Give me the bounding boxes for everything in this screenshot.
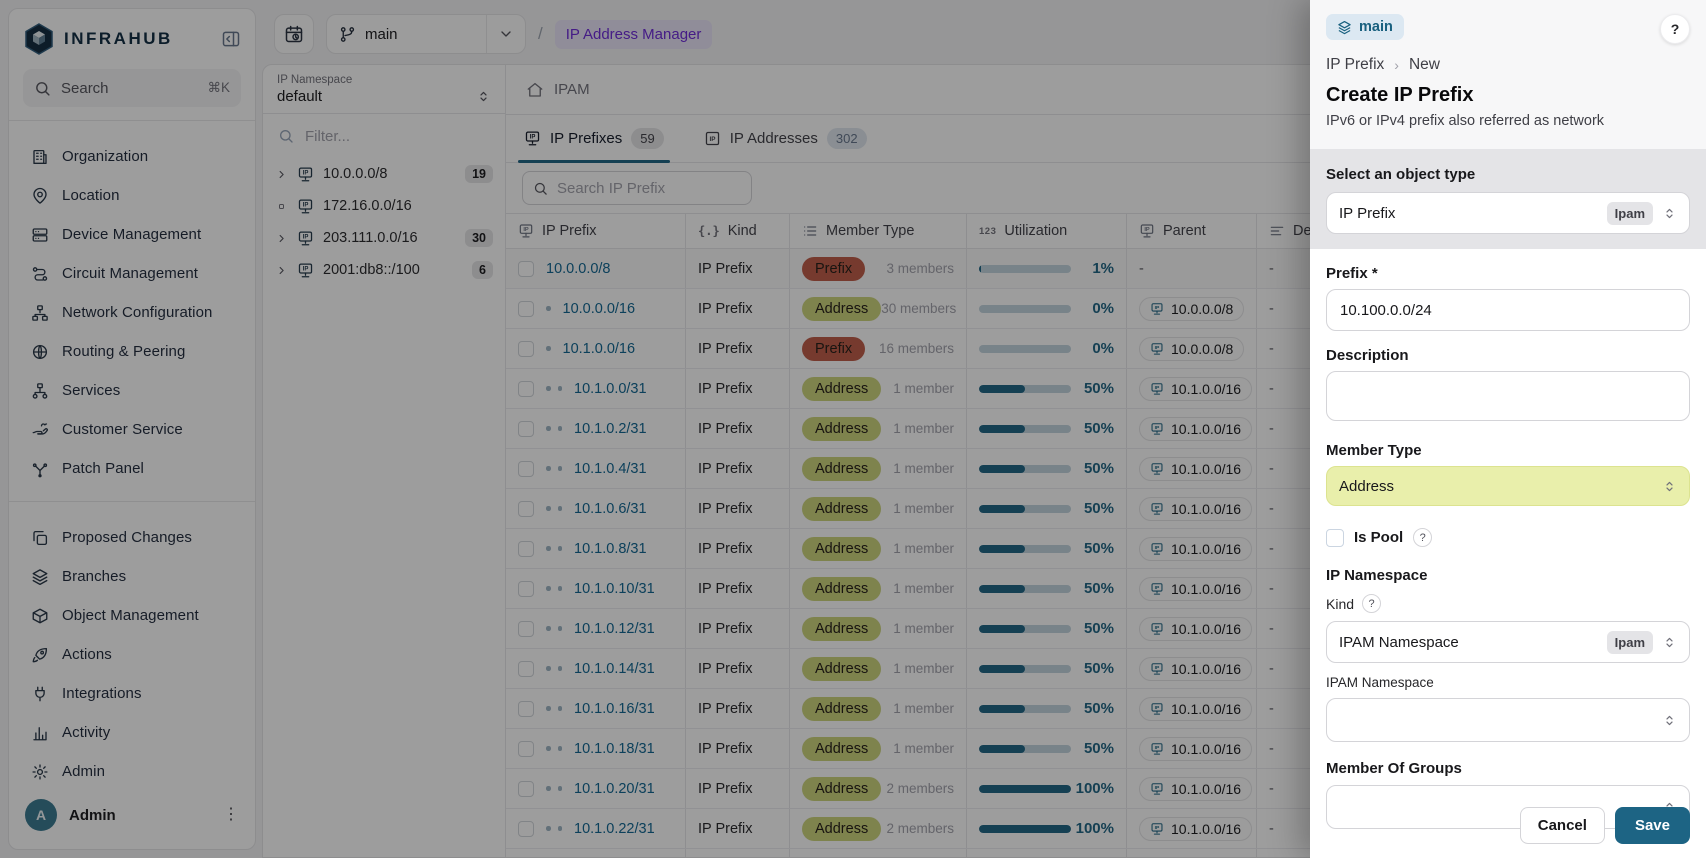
ipam-tag: Ipam bbox=[1607, 202, 1653, 225]
drawer-title: Create IP Prefix bbox=[1326, 84, 1690, 107]
ipam-namespace-label: IPAM Namespace bbox=[1326, 675, 1690, 690]
layers-icon bbox=[1337, 20, 1352, 35]
object-type-select[interactable]: IP Prefix Ipam bbox=[1326, 192, 1690, 234]
save-button[interactable]: Save bbox=[1615, 807, 1690, 844]
chevron-updown-icon bbox=[1662, 206, 1677, 221]
ip-namespace-heading: IP Namespace bbox=[1326, 567, 1690, 584]
drawer-subtitle: IPv6 or IPv4 prefix also referred as net… bbox=[1326, 113, 1690, 135]
branch-badge: main bbox=[1326, 14, 1404, 40]
prefix-label: Prefix * bbox=[1326, 265, 1690, 282]
kind-help-icon[interactable]: ? bbox=[1362, 594, 1381, 613]
member-type-select[interactable]: Address bbox=[1326, 466, 1690, 506]
description-input[interactable] bbox=[1326, 371, 1690, 421]
ipam-tag: Ipam bbox=[1607, 631, 1653, 654]
object-type-label: Select an object type bbox=[1326, 166, 1690, 183]
object-type-section: Select an object type IP Prefix Ipam bbox=[1310, 149, 1706, 249]
chevron-updown-icon bbox=[1662, 713, 1677, 728]
kind-value: IPAM Namespace bbox=[1339, 634, 1598, 651]
drawer-form: Prefix * Description Member Type Address… bbox=[1310, 249, 1706, 858]
create-ip-prefix-drawer: main ? IP Prefix › New Create IP Prefix … bbox=[1310, 0, 1706, 858]
member-of-groups-label: Member Of Groups bbox=[1326, 760, 1690, 777]
chevron-right-icon: › bbox=[1394, 57, 1399, 73]
drawer-breadcrumb: IP Prefix › New bbox=[1326, 56, 1690, 74]
breadcrumb-new: New bbox=[1409, 56, 1440, 74]
is-pool-help-icon[interactable]: ? bbox=[1413, 528, 1432, 547]
object-type-value: IP Prefix bbox=[1339, 205, 1598, 222]
chevron-updown-icon bbox=[1662, 635, 1677, 650]
ipam-namespace-select[interactable] bbox=[1326, 698, 1690, 742]
description-label: Description bbox=[1326, 347, 1690, 364]
modal-overlay[interactable] bbox=[0, 0, 1310, 858]
app-root: INFRAHUB Search ⌘K OrganizationLocationD… bbox=[0, 0, 1706, 858]
prefix-input[interactable] bbox=[1326, 289, 1690, 331]
cancel-button[interactable]: Cancel bbox=[1520, 807, 1605, 844]
branch-badge-label: main bbox=[1359, 19, 1393, 35]
is-pool-checkbox[interactable] bbox=[1326, 529, 1344, 547]
drawer-header: main ? IP Prefix › New Create IP Prefix … bbox=[1310, 0, 1706, 149]
breadcrumb-ip-prefix[interactable]: IP Prefix bbox=[1326, 56, 1384, 74]
kind-label: Kind bbox=[1326, 596, 1354, 612]
chevron-updown-icon bbox=[1662, 479, 1677, 494]
member-type-value: Address bbox=[1339, 478, 1662, 495]
help-button[interactable]: ? bbox=[1660, 14, 1690, 44]
member-type-label: Member Type bbox=[1326, 442, 1690, 459]
kind-select[interactable]: IPAM Namespace Ipam bbox=[1326, 621, 1690, 663]
is-pool-label: Is Pool bbox=[1354, 529, 1403, 546]
